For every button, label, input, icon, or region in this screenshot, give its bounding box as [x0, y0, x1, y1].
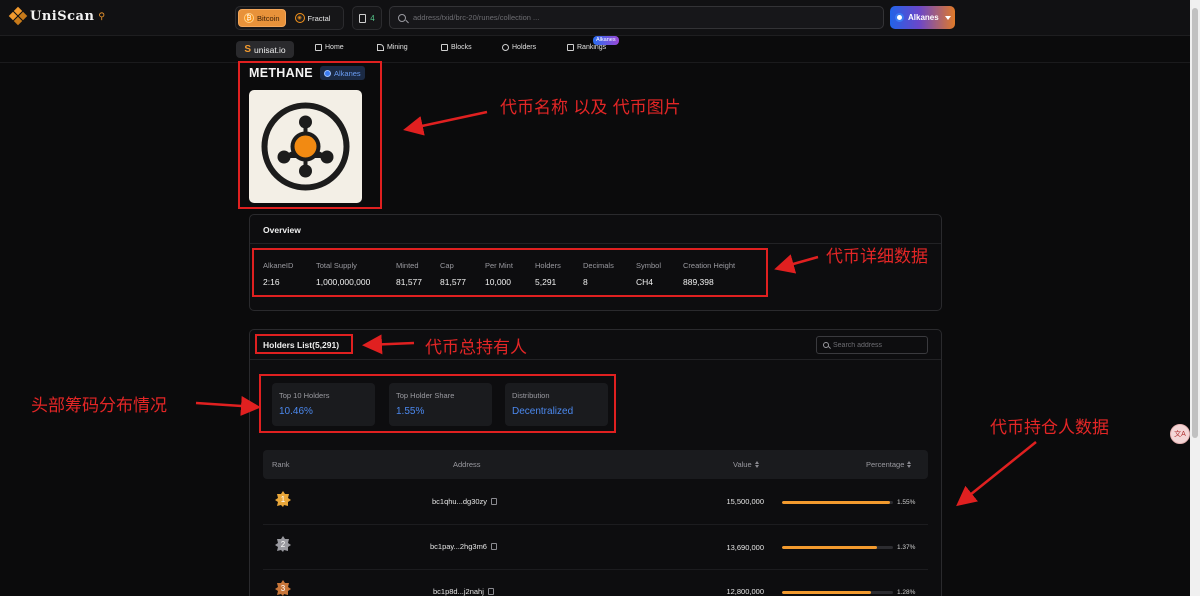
arrow-distribution — [195, 396, 261, 416]
arrow-details — [774, 254, 819, 274]
annotation-distribution: 头部筹码分布情况 — [31, 396, 167, 416]
translate-button[interactable]: 文A — [1170, 424, 1190, 444]
annotation-arrows — [195, 110, 1037, 507]
annotation-details: 代币详细数据 — [826, 247, 928, 267]
annotation-token-image: 代币名称 以及 代币图片 — [500, 98, 681, 118]
arrow-token — [403, 110, 488, 136]
annotation-total-holders: 代币总持有人 — [425, 338, 527, 358]
arrow-holders — [362, 334, 415, 355]
arrow-holding — [956, 441, 1037, 507]
scrollbar-thumb[interactable] — [1192, 8, 1198, 438]
annotation-holding-data: 代币持仓人数据 — [990, 418, 1109, 438]
